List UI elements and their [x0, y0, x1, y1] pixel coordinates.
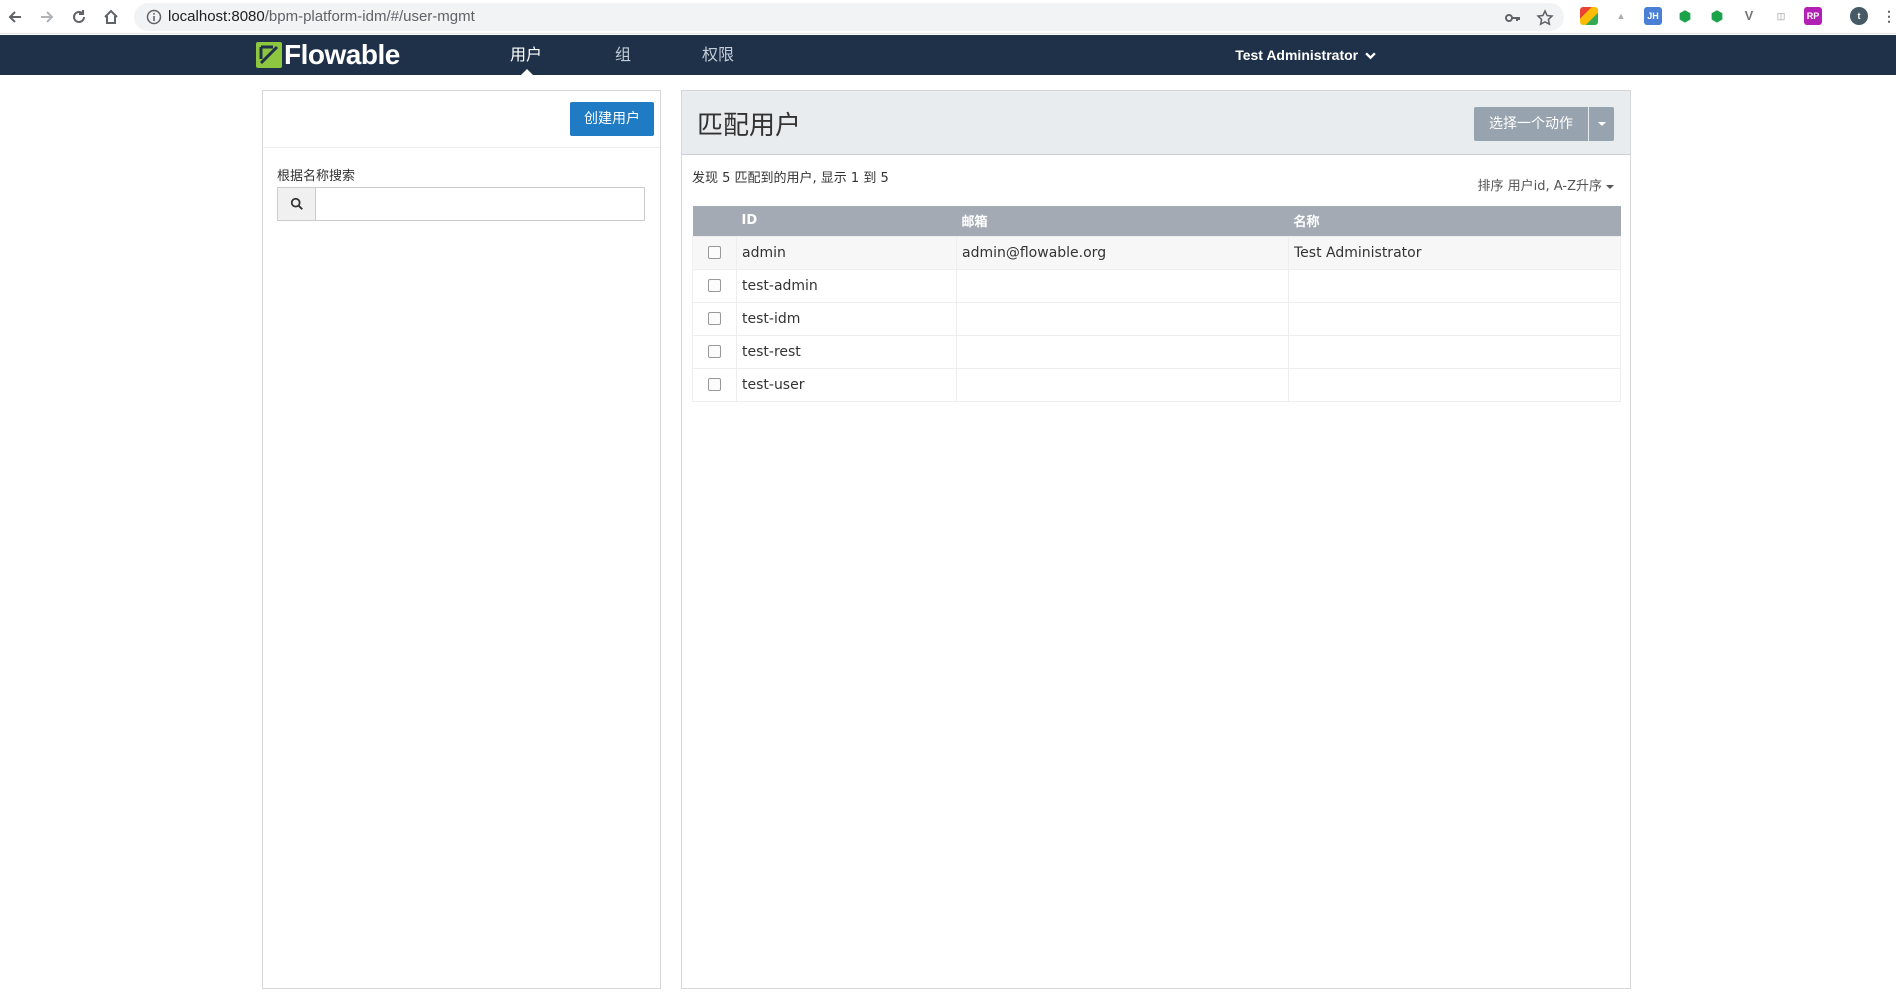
forward-icon[interactable] [35, 5, 59, 29]
extension-icon[interactable]: RP [1804, 7, 1822, 25]
result-summary: 发现 5 匹配到的用户, 显示 1 到 5 [692, 171, 889, 186]
nav-privileges[interactable]: 权限 [690, 35, 746, 75]
cell-name [1288, 301, 1621, 336]
search-group [277, 187, 645, 221]
key-icon[interactable] [1504, 9, 1522, 27]
extension-icon[interactable]: JH [1644, 7, 1662, 25]
address-bar[interactable]: localhost:8080/bpm-platform-idm/#/user-m… [134, 3, 1564, 31]
user-menu-label: Test Administrator [1235, 47, 1359, 63]
logo-text: Flowable [284, 39, 400, 70]
page-title: 匹配用户 [697, 111, 802, 141]
logo-icon [256, 42, 282, 68]
extension-icon[interactable]: V [1740, 7, 1758, 25]
search-label: 根据名称搜索 [277, 169, 356, 184]
active-nav-indicator [520, 69, 534, 76]
header-id[interactable]: ID [737, 206, 957, 236]
cell-email [956, 334, 1289, 369]
table-row[interactable]: test-rest [692, 334, 1621, 369]
filter-panel: 创建用户 根据名称搜索 [262, 90, 661, 989]
url-text: localhost:8080/bpm-platform-idm/#/user-m… [168, 8, 475, 25]
table-header-row: ID 邮箱 名称 [692, 206, 1621, 236]
flowable-logo[interactable]: Flowable [256, 41, 400, 69]
cell-name [1288, 334, 1621, 369]
home-icon[interactable] [99, 5, 123, 29]
select-action-button[interactable]: 选择一个动作 [1474, 107, 1588, 141]
search-input[interactable] [316, 188, 644, 220]
table-row[interactable]: test-idm [692, 301, 1621, 336]
extension-icon[interactable]: ◫ [1772, 7, 1790, 25]
browser-toolbar: localhost:8080/bpm-platform-idm/#/user-m… [0, 0, 1896, 34]
shield-icon[interactable]: ⬢ [1708, 7, 1726, 25]
action-button-group: 选择一个动作 [1474, 107, 1614, 141]
action-dropdown-toggle[interactable] [1589, 107, 1614, 141]
header-email[interactable]: 邮箱 [957, 206, 1289, 236]
row-checkbox[interactable] [708, 246, 721, 259]
cell-email: admin@flowable.org [956, 235, 1289, 270]
cell-id: test-admin [736, 268, 957, 303]
header-select [693, 206, 737, 236]
table-row[interactable]: test-user [692, 367, 1621, 402]
app-navbar: Flowable 用户 组 权限 Test Administrator [0, 35, 1896, 76]
search-icon [278, 188, 316, 220]
cell-name [1288, 268, 1621, 303]
header-name[interactable]: 名称 [1289, 206, 1621, 236]
row-checkbox[interactable] [708, 312, 721, 325]
create-user-button[interactable]: 创建用户 [570, 102, 654, 136]
sort-label: 排序 用户id, A-Z升序 [1477, 179, 1602, 194]
user-menu[interactable]: Test Administrator [1235, 35, 1376, 75]
extension-icon[interactable]: ▲ [1612, 7, 1630, 25]
row-checkbox[interactable] [708, 279, 721, 292]
caret-down-icon [1606, 184, 1614, 189]
users-table: ID 邮箱 名称 admin admin@flowable.org Test A… [692, 206, 1621, 402]
table-row[interactable]: admin admin@flowable.org Test Administra… [692, 235, 1621, 270]
cell-email [956, 301, 1289, 336]
extension-icon[interactable] [1580, 7, 1598, 25]
results-panel: 匹配用户 选择一个动作 发现 5 匹配到的用户, 显示 1 到 5 排序 用户i… [681, 90, 1631, 989]
chevron-down-icon [1365, 52, 1376, 60]
row-checkbox[interactable] [708, 345, 721, 358]
row-select[interactable] [692, 301, 737, 336]
reload-icon[interactable] [67, 5, 91, 29]
nav-groups[interactable]: 组 [603, 35, 643, 75]
row-select[interactable] [692, 334, 737, 369]
row-select[interactable] [692, 268, 737, 303]
cell-email [956, 367, 1289, 402]
cell-id: admin [736, 235, 957, 270]
back-icon[interactable] [3, 5, 27, 29]
cell-id: test-idm [736, 301, 957, 336]
site-info-icon[interactable] [146, 9, 162, 25]
shield-icon[interactable]: ⬢ [1676, 7, 1694, 25]
row-select[interactable] [692, 367, 737, 402]
bookmark-star-icon[interactable] [1536, 9, 1554, 27]
cell-name: Test Administrator [1288, 235, 1621, 270]
cell-email [956, 268, 1289, 303]
cell-id: test-rest [736, 334, 957, 369]
profile-avatar-icon[interactable]: t [1850, 7, 1868, 25]
filter-panel-header: 创建用户 [263, 91, 660, 148]
table-row[interactable]: test-admin [692, 268, 1621, 303]
cell-id: test-user [736, 367, 957, 402]
sort-dropdown[interactable]: 排序 用户id, A-Z升序 [1478, 175, 1614, 194]
row-checkbox[interactable] [708, 378, 721, 391]
row-select[interactable] [692, 235, 737, 270]
menu-dots-icon[interactable]: ⋮ [1882, 7, 1896, 25]
results-header: 匹配用户 选择一个动作 [682, 91, 1630, 155]
cell-name [1288, 367, 1621, 402]
